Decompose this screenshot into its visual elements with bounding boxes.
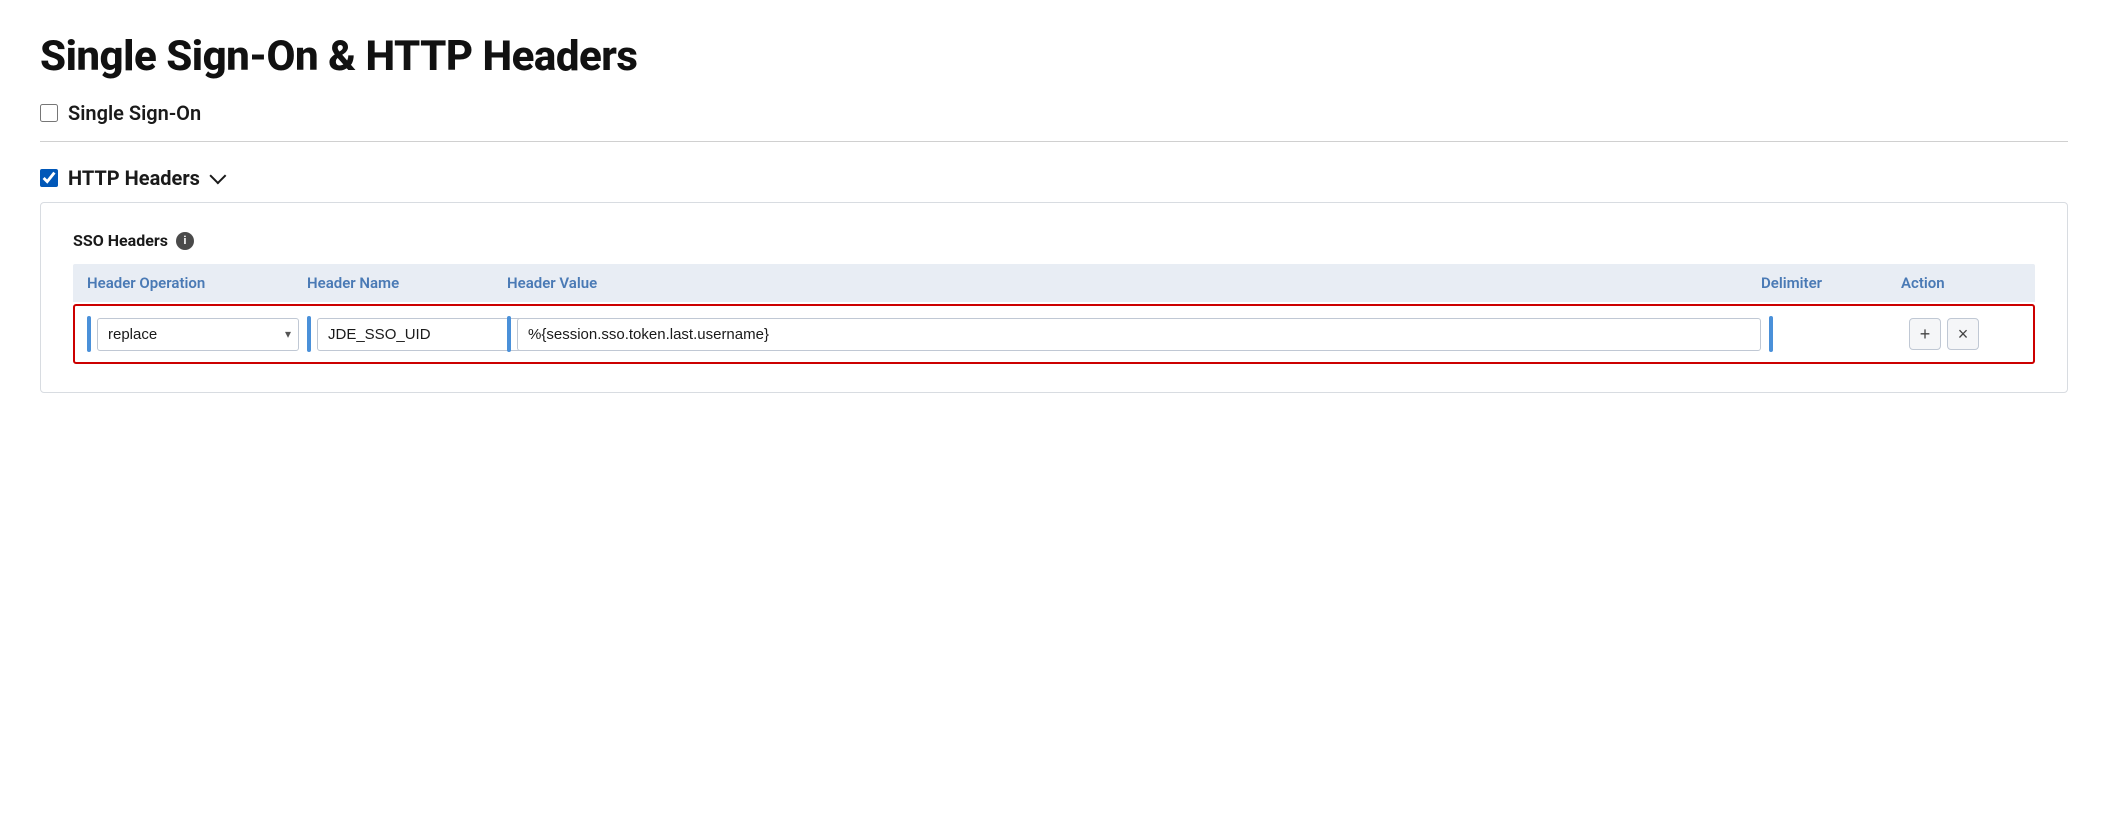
section-divider — [40, 141, 2068, 142]
http-headers-checkbox[interactable] — [40, 169, 58, 187]
value-cell — [503, 316, 1765, 352]
http-headers-label[interactable]: HTTP Headers — [68, 166, 200, 190]
remove-row-button[interactable]: × — [1947, 318, 1979, 350]
value-divider — [507, 316, 511, 352]
col-header-name: Header Name — [307, 274, 507, 292]
single-sign-on-checkbox[interactable] — [40, 104, 58, 122]
add-row-button[interactable]: + — [1909, 318, 1941, 350]
http-headers-chevron-down-icon[interactable] — [209, 167, 226, 184]
table-header: Header Operation Header Name Header Valu… — [73, 264, 2035, 302]
header-value-input[interactable] — [517, 318, 1761, 351]
table-row: replace insert delete append ▾ — [73, 304, 2035, 364]
action-buttons: + × — [1909, 318, 1979, 350]
delimiter-bar — [1769, 316, 1773, 352]
col-header-operation: Header Operation — [87, 274, 307, 292]
operation-divider — [87, 316, 91, 352]
sso-headers-label: SSO Headers — [73, 231, 168, 250]
name-cell — [303, 316, 503, 352]
sso-headers-title: SSO Headers i — [73, 231, 2035, 250]
operation-select-wrapper: replace insert delete append ▾ — [97, 318, 299, 351]
col-header-value: Header Value — [507, 274, 1761, 292]
operation-select[interactable]: replace insert delete append — [97, 318, 299, 351]
delimiter-cell — [1765, 316, 1905, 352]
page-title: Single Sign-On & HTTP Headers — [40, 32, 2068, 81]
col-header-action: Action — [1901, 274, 2021, 292]
single-sign-on-label[interactable]: Single Sign-On — [68, 101, 201, 125]
single-sign-on-row: Single Sign-On — [40, 101, 2068, 125]
name-divider — [307, 316, 311, 352]
col-header-delimiter: Delimiter — [1761, 274, 1901, 292]
sso-headers-info-icon[interactable]: i — [176, 232, 194, 250]
http-headers-panel: SSO Headers i Header Operation Header Na… — [40, 202, 2068, 393]
http-headers-row: HTTP Headers — [40, 166, 2068, 190]
action-cell: + × — [1905, 318, 2025, 350]
operation-cell: replace insert delete append ▾ — [83, 316, 303, 352]
sso-headers-table: Header Operation Header Name Header Valu… — [73, 264, 2035, 364]
